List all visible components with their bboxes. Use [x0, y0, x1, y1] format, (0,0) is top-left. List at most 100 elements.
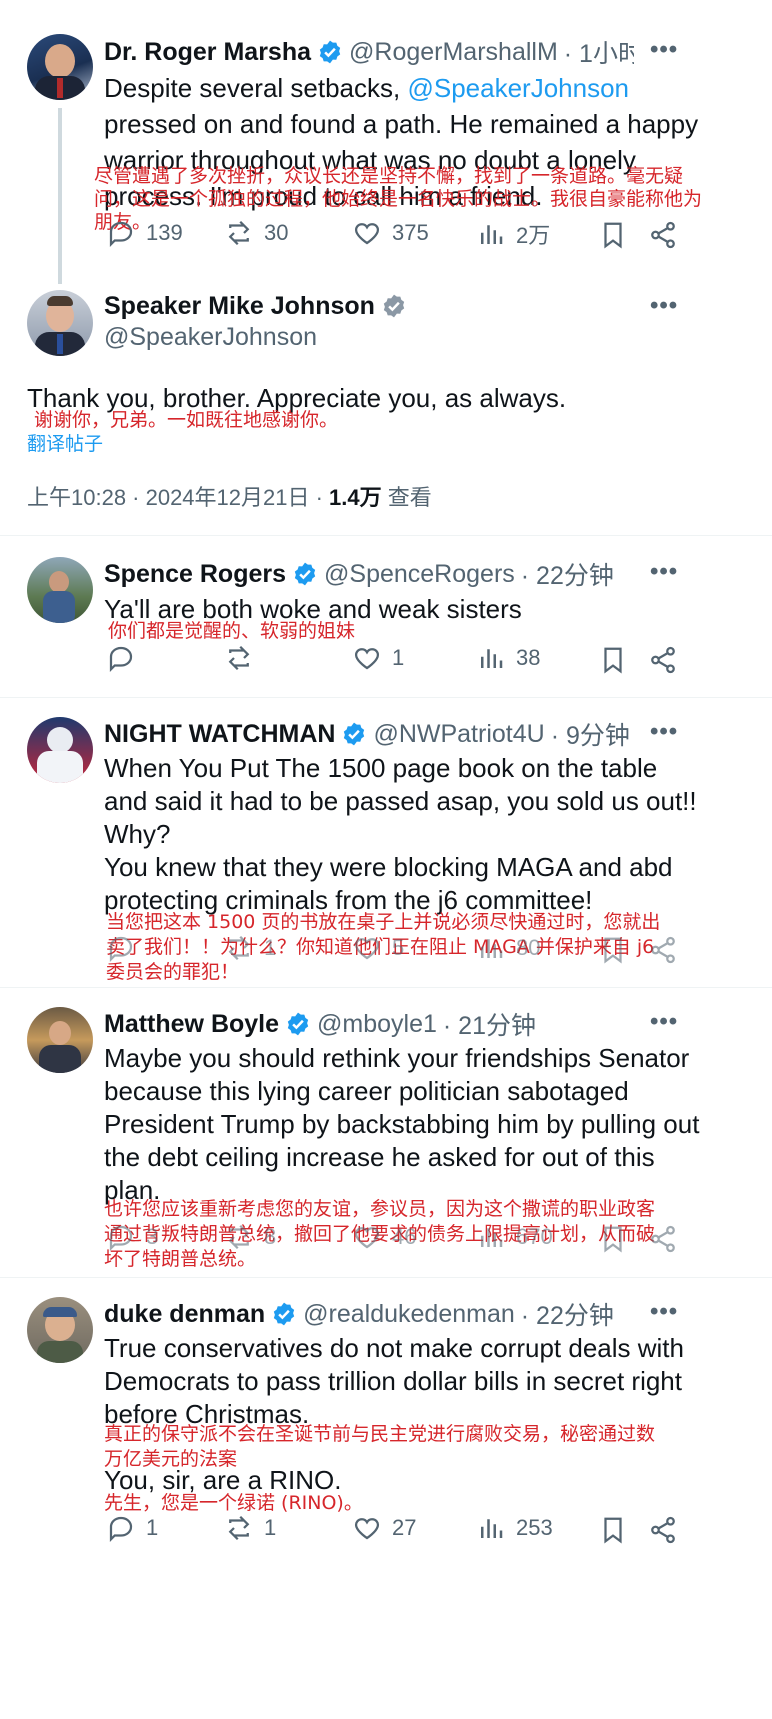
- share-icon[interactable]: [648, 645, 678, 675]
- repost-button[interactable]: 1: [224, 1513, 276, 1543]
- share-icon[interactable]: [648, 1515, 678, 1545]
- author-handle[interactable]: @RogerMarshallM: [349, 38, 558, 67]
- avatar[interactable]: [27, 717, 93, 783]
- reply-button[interactable]: 3: [106, 1222, 158, 1252]
- repost-button[interactable]: 1: [224, 933, 276, 963]
- bookmark-icon[interactable]: [598, 1515, 628, 1545]
- translation-overlay: 你们都是觉醒的、软弱的姐妹: [108, 620, 356, 642]
- share-icon[interactable]: [648, 935, 678, 965]
- divider: [0, 1277, 772, 1278]
- reply-icon: [109, 1516, 133, 1542]
- avatar[interactable]: [27, 1297, 93, 1363]
- more-options-icon[interactable]: •••: [650, 558, 678, 586]
- reply-button[interactable]: [106, 933, 146, 963]
- action-bar: 1 5 80: [109, 933, 744, 973]
- action-bar: 1 38: [109, 643, 744, 683]
- more-options-icon[interactable]: •••: [650, 292, 678, 320]
- translation-overlay: 先生，您是一个绿诺 (RINO)。: [104, 1492, 363, 1514]
- action-bar: 3 8 46 670: [109, 1222, 744, 1262]
- heart-icon: [354, 1518, 380, 1540]
- reply-button[interactable]: [106, 643, 146, 673]
- author-handle[interactable]: @SpenceRogers: [324, 560, 515, 589]
- tweet-header: Matthew Boyle @mboyle1 · 21分钟: [104, 1006, 634, 1042]
- more-options-icon[interactable]: •••: [650, 1008, 678, 1036]
- author-name[interactable]: duke denman: [104, 1300, 265, 1329]
- translate-post-link[interactable]: 翻译帖子: [27, 429, 103, 456]
- author-name[interactable]: Speaker Mike Johnson: [104, 292, 375, 321]
- verified-badge-icon: [273, 1302, 295, 1326]
- more-options-icon[interactable]: •••: [650, 718, 678, 746]
- reply-icon: [109, 1225, 133, 1251]
- tweet-header: Dr. Roger Marsha @RogerMarshallM · 1小时: [104, 34, 634, 70]
- reply-icon: [109, 936, 133, 962]
- views-button[interactable]: 38: [476, 643, 540, 673]
- tweet-time: · 22分钟: [520, 562, 614, 590]
- author-name[interactable]: Matthew Boyle: [104, 1010, 279, 1039]
- views-count: 1.4万: [329, 485, 382, 510]
- like-button[interactable]: 375: [352, 218, 429, 248]
- views-icon: [481, 1519, 503, 1538]
- author-name[interactable]: Spence Rogers: [104, 560, 286, 589]
- avatar[interactable]: [27, 34, 93, 100]
- verified-badge-icon: [319, 40, 341, 64]
- more-options-icon[interactable]: •••: [650, 1298, 678, 1326]
- tweet-header: Speaker Mike Johnson: [104, 288, 524, 324]
- share-icon[interactable]: [648, 1224, 678, 1254]
- heart-icon: [354, 938, 380, 960]
- verified-badge-icon: [287, 1012, 309, 1036]
- views-icon: [481, 1228, 503, 1247]
- divider: [0, 697, 772, 698]
- views-button[interactable]: 80: [476, 933, 540, 963]
- tweet-text: Maybe you should rethink your friendship…: [104, 1043, 700, 1205]
- divider: [0, 987, 772, 988]
- tweet-time: · 22分钟: [520, 1302, 614, 1330]
- like-button[interactable]: 27: [352, 1513, 416, 1543]
- author-handle[interactable]: @realdukedenman: [303, 1300, 515, 1329]
- reply-icon: [109, 221, 133, 247]
- tweet-header: duke denman @realdukedenman · 22分钟: [104, 1296, 634, 1332]
- mention-link[interactable]: @SpeakerJohnson: [407, 73, 629, 103]
- verified-badge-icon: [344, 722, 365, 746]
- bookmark-icon[interactable]: [598, 1224, 628, 1254]
- repost-button[interactable]: [224, 643, 264, 673]
- avatar[interactable]: [27, 1007, 93, 1073]
- bookmark-icon[interactable]: [598, 220, 628, 250]
- views-button[interactable]: 2万: [476, 218, 550, 250]
- verified-badge-icon: [383, 294, 405, 318]
- views-icon: [481, 939, 503, 958]
- tweet-time: · 1小时: [563, 40, 634, 68]
- reply-button[interactable]: 139: [106, 218, 183, 248]
- views-icon: [481, 225, 503, 244]
- heart-icon: [354, 1227, 380, 1249]
- thread-line: [58, 108, 62, 284]
- bookmark-icon[interactable]: [598, 935, 628, 965]
- author-name[interactable]: NIGHT WATCHMAN: [104, 720, 335, 749]
- author-handle[interactable]: @SpeakerJohnson: [104, 323, 317, 352]
- share-icon[interactable]: [648, 220, 678, 250]
- tweet-timestamp: 上午10:28 · 2024年12月21日 · 1.4万 查看: [27, 485, 432, 510]
- bookmark-icon[interactable]: [598, 645, 628, 675]
- author-handle[interactable]: @mboyle1: [317, 1010, 437, 1039]
- repost-icon: [228, 1224, 250, 1250]
- author-name[interactable]: Dr. Roger Marsha: [104, 38, 311, 67]
- action-bar: 139 30 375 2万: [109, 218, 744, 258]
- tweet-text-prefix: Despite several setbacks,: [104, 73, 408, 103]
- repost-icon: [228, 220, 250, 246]
- more-options-icon[interactable]: •••: [650, 36, 678, 64]
- like-button[interactable]: 1: [352, 643, 404, 673]
- reply-icon: [109, 646, 133, 672]
- repost-button[interactable]: 8: [224, 1222, 276, 1252]
- repost-icon: [228, 645, 250, 671]
- author-handle[interactable]: @NWPatriot4U: [373, 720, 544, 749]
- like-button[interactable]: 5: [352, 933, 404, 963]
- views-button[interactable]: 253: [476, 1513, 553, 1543]
- tweet-text: When You Put The 1500 page book on the t…: [104, 753, 697, 915]
- repost-icon: [228, 935, 250, 961]
- avatar[interactable]: [27, 290, 93, 356]
- like-button[interactable]: 46: [352, 1222, 416, 1252]
- avatar[interactable]: [27, 557, 93, 623]
- views-button[interactable]: 670: [476, 1222, 553, 1252]
- reply-button[interactable]: 1: [106, 1513, 158, 1543]
- heart-icon: [354, 223, 380, 245]
- repost-button[interactable]: 30: [224, 218, 288, 248]
